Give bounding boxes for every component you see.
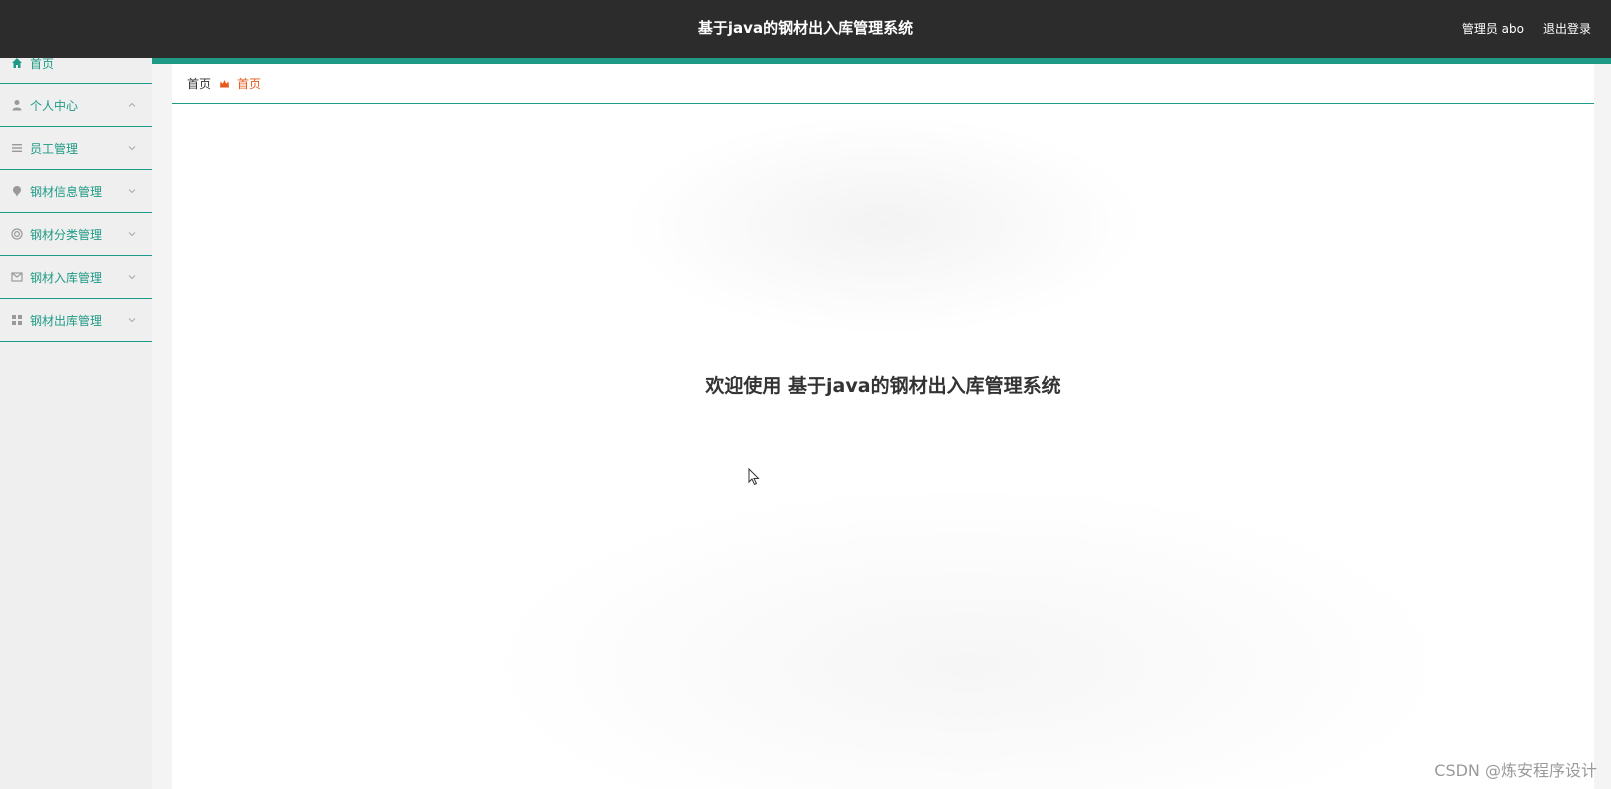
breadcrumb: 首页 首页 <box>172 64 1594 104</box>
sidebar-item-label: 钢材分类管理 <box>30 227 103 242</box>
welcome-panel: 欢迎使用 基于java的钢材出入库管理系统 <box>172 105 1594 789</box>
sidebar-item-label: 首页 <box>30 58 55 71</box>
current-user-label: 管理员 abo <box>1461 22 1524 36</box>
sidebar-item-label: 员工管理 <box>30 141 79 156</box>
list-icon <box>11 142 23 154</box>
circle-icon <box>11 228 23 240</box>
crown-icon <box>219 78 230 89</box>
sidebar-item-steel-inbound[interactable]: 钢材入库管理 <box>0 256 152 299</box>
sidebar-item-home[interactable]: 首页 <box>0 58 152 84</box>
chevron-down-icon <box>128 275 136 280</box>
sidebar-item-steel-info[interactable]: 钢材信息管理 <box>0 170 152 213</box>
breadcrumb-current: 首页 <box>237 77 262 91</box>
sidebar-item-label: 钢材信息管理 <box>30 184 103 199</box>
pin-icon <box>11 185 23 197</box>
top-header: 基于java的钢材出入库管理系统 管理员 abo 退出登录 <box>0 0 1611 58</box>
sidebar-item-profile[interactable]: 个人中心 <box>0 84 152 127</box>
welcome-heading: 欢迎使用 基于java的钢材出入库管理系统 <box>705 375 1061 397</box>
sidebar-item-steel-outbound[interactable]: 钢材出库管理 <box>0 299 152 342</box>
chevron-down-icon <box>128 232 136 237</box>
sidebar-item-label: 个人中心 <box>30 98 79 113</box>
sidebar-item-steel-category[interactable]: 钢材分类管理 <box>0 213 152 256</box>
logout-button[interactable]: 退出登录 <box>1543 20 1591 37</box>
breadcrumb-root[interactable]: 首页 <box>187 75 211 92</box>
app-title: 基于java的钢材出入库管理系统 <box>697 19 914 37</box>
main-content: 首页 首页 欢迎使用 基于java的钢材出入库管理系统 <box>172 64 1594 789</box>
app-root: 基于java的钢材出入库管理系统 管理员 abo 退出登录 首页 个人中心 员工… <box>0 0 1611 789</box>
sidebar: 首页 个人中心 员工管理 钢材信息管理 钢材分类管理 钢材入库管理 钢材出库管理 <box>0 58 152 789</box>
watermark: CSDN @炼安程序设计 <box>1434 761 1597 780</box>
chevron-down-icon <box>128 318 136 323</box>
mouse-cursor-icon <box>748 468 760 486</box>
chevron-down-icon <box>128 146 136 151</box>
grid-icon <box>11 314 23 326</box>
chevron-up-icon <box>128 102 136 107</box>
sidebar-item-label: 钢材出库管理 <box>30 313 103 328</box>
user-icon <box>11 99 23 111</box>
sidebar-item-employees[interactable]: 员工管理 <box>0 127 152 170</box>
sidebar-item-label: 钢材入库管理 <box>30 270 103 285</box>
home-icon <box>11 58 23 69</box>
chevron-down-icon <box>128 189 136 194</box>
inbox-icon <box>11 271 23 283</box>
